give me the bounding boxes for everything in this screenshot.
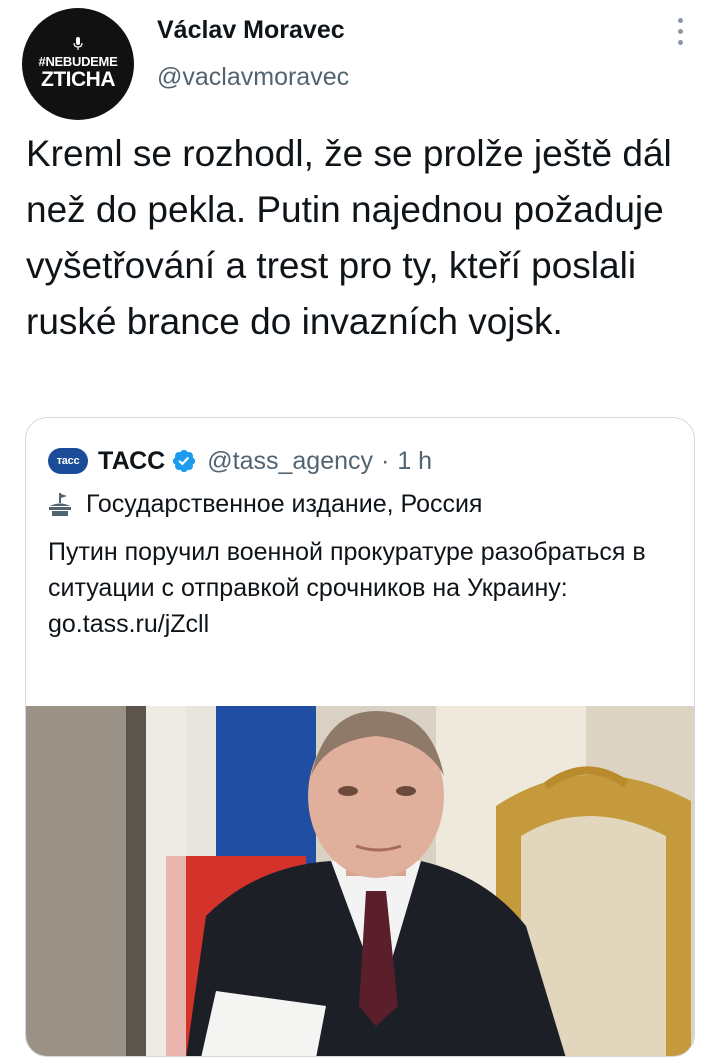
quoted-timestamp[interactable]: 1 h	[397, 447, 432, 476]
state-media-label-text: Государственное издание, Россия	[86, 490, 483, 518]
quoted-tweet-link[interactable]: go.tass.ru/jZcll	[48, 606, 668, 642]
quoted-author-handle[interactable]: @tass_agency	[207, 447, 373, 476]
government-building-icon	[49, 492, 71, 516]
header-separator: ·	[381, 446, 390, 475]
microphone-icon	[73, 37, 83, 50]
tass-avatar[interactable]: тасс	[48, 448, 88, 474]
photo-illustration	[26, 706, 694, 1056]
state-media-label[interactable]: Государственное издание, Россия	[48, 490, 482, 519]
quoted-tweet[interactable]: тасс ТАСС @tass_agency · 1 h Государстве…	[25, 417, 695, 1057]
quoted-tweet-text: Путин поручил военной прокуратуре разобр…	[48, 538, 646, 602]
avatar-text-line2: ZTICHA	[41, 68, 116, 91]
author-name[interactable]: Václav Moravec	[157, 16, 345, 45]
quoted-author-name[interactable]: ТАСС	[98, 447, 165, 476]
quoted-tweet-header: тасс ТАСС @tass_agency · 1 h	[48, 444, 432, 478]
quoted-tweet-image[interactable]	[26, 706, 694, 1056]
more-options-icon[interactable]	[672, 18, 688, 48]
author-avatar[interactable]: #NEBUDEME ZTICHA	[22, 8, 134, 120]
tweet-text: Kreml se rozhodl, že se prolže ještě dál…	[26, 133, 672, 342]
avatar-text-line1: #NEBUDEME	[38, 54, 118, 69]
quoted-tweet-body: Путин поручил военной прокуратуре разобр…	[48, 534, 668, 642]
author-handle[interactable]: @vaclavmoravec	[157, 63, 349, 92]
verified-badge-icon	[173, 449, 196, 473]
